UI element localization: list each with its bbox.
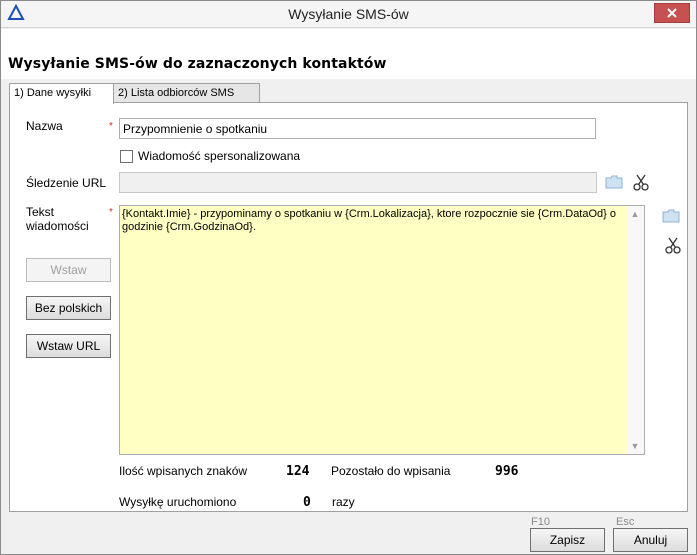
tab-dane-wysylki[interactable]: 1) Dane wysyłki <box>9 83 114 104</box>
insert-url-button[interactable]: Wstaw URL <box>26 334 111 358</box>
message-scrollbar[interactable]: ▲ ▼ <box>627 206 644 454</box>
close-icon <box>666 7 678 22</box>
chevron-down-icon[interactable]: ▼ <box>630 441 640 451</box>
personalized-label: Wiadomość spersonalizowana <box>138 149 301 163</box>
tab-lista-odbiorcow[interactable]: 2) Lista odbiorców SMS <box>113 83 260 103</box>
required-marker: * <box>109 121 113 132</box>
url-tracking-label: Śledzenie URL <box>26 176 107 190</box>
url-tracking-input[interactable] <box>119 172 597 193</box>
chars-entered-value: 124 <box>286 464 310 479</box>
tab-panel-dane-wysylki: Nazwa * Przypomnienie o spotkaniu Wiadom… <box>9 102 688 512</box>
remaining-value: 996 <box>495 464 519 479</box>
dialog-footer: F10 Esc Zapisz Anuluj <box>1 512 696 554</box>
page-title: Wysyłanie SMS-ów do zaznaczonych kontakt… <box>8 56 387 72</box>
message-label-line1: Tekst <box>26 205 55 219</box>
close-button[interactable] <box>654 3 690 23</box>
personalized-checkbox[interactable] <box>120 150 133 163</box>
title-bar: Wysyłanie SMS-ów <box>1 1 696 28</box>
run-count-label: Wysyłkę uruchomiono <box>119 495 237 509</box>
chevron-up-icon[interactable]: ▲ <box>630 209 640 219</box>
message-label-line2: wiadomości <box>26 219 89 233</box>
sms-dialog-window: Wysyłanie SMS-ów Wysyłanie SMS-ów do zaz… <box>0 0 697 555</box>
scissors-icon[interactable] <box>633 173 649 194</box>
cancel-shortcut-hint: Esc <box>616 516 635 528</box>
dialog-header: Wysyłanie SMS-ów do zaznaczonych kontakt… <box>1 29 696 79</box>
message-textarea[interactable]: {Kontakt.Imie} - przypominamy o spotkani… <box>119 205 645 455</box>
name-input[interactable]: Przypomnienie o spotkaniu <box>119 118 596 139</box>
save-shortcut-hint: F10 <box>531 516 550 528</box>
insert-button[interactable]: Wstaw <box>26 258 111 282</box>
scissors-icon[interactable] <box>665 236 681 257</box>
cancel-button[interactable]: Anuluj <box>613 528 688 552</box>
no-polish-button[interactable]: Bez polskich <box>26 296 111 320</box>
window-title: Wysyłanie SMS-ów <box>288 6 409 22</box>
run-count-value: 0 <box>303 495 311 510</box>
name-label: Nazwa <box>26 119 63 133</box>
chars-entered-label: Ilość wpisanych znaków <box>119 464 248 478</box>
run-count-suffix: razy <box>332 495 355 509</box>
remaining-label: Pozostało do wpisania <box>331 464 451 478</box>
folder-icon[interactable] <box>605 175 623 192</box>
folder-icon[interactable] <box>662 209 680 226</box>
message-text: {Kontakt.Imie} - przypominamy o spotkani… <box>122 208 620 233</box>
required-marker-message: * <box>109 207 113 218</box>
save-button[interactable]: Zapisz <box>530 528 605 552</box>
